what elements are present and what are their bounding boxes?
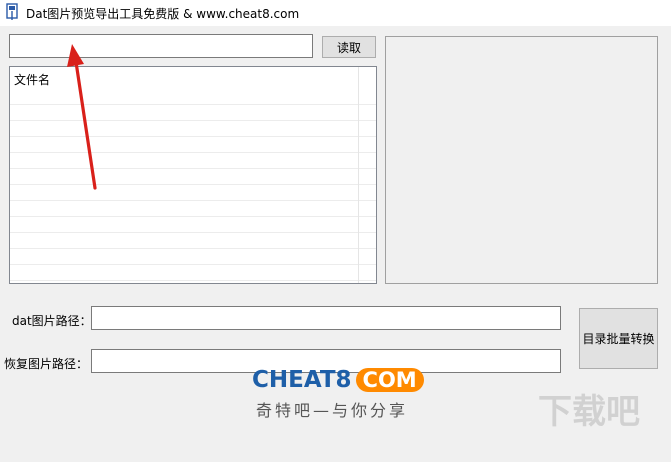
read-button[interactable]: 读取 [322,36,376,58]
batch-convert-button[interactable]: 目录批量转换 [579,308,658,369]
cheat8-logo: CHEAT8 COM 奇特吧—与你分享 [252,367,432,423]
dat-path-input[interactable] [91,306,561,330]
window-title: Dat图片预览导出工具免费版 & www.cheat8.com [26,7,300,21]
list-header: 文件名 [10,67,376,89]
column-line [358,89,359,283]
logo-slogan: 奇特吧—与你分享 [256,401,409,420]
logo-main-text: CHEAT8 [252,367,352,393]
file-list[interactable]: 文件名 [9,66,377,284]
logo-com-badge: COM [355,368,424,392]
file-path-input[interactable] [9,34,313,58]
column-header-filename[interactable]: 文件名 [14,71,50,88]
image-preview-pane [385,36,658,284]
restore-path-label: 恢复图片路径： [4,357,89,371]
dat-path-label: dat图片路径： [12,314,92,328]
column-divider[interactable] [358,67,359,89]
watermark: 下载吧 [538,384,668,462]
title-bar: Dat图片预览导出工具免费版 & www.cheat8.com [0,0,671,26]
list-rows [10,89,376,283]
watermark-text: 下载吧 [538,392,640,432]
app-icon [6,3,18,20]
